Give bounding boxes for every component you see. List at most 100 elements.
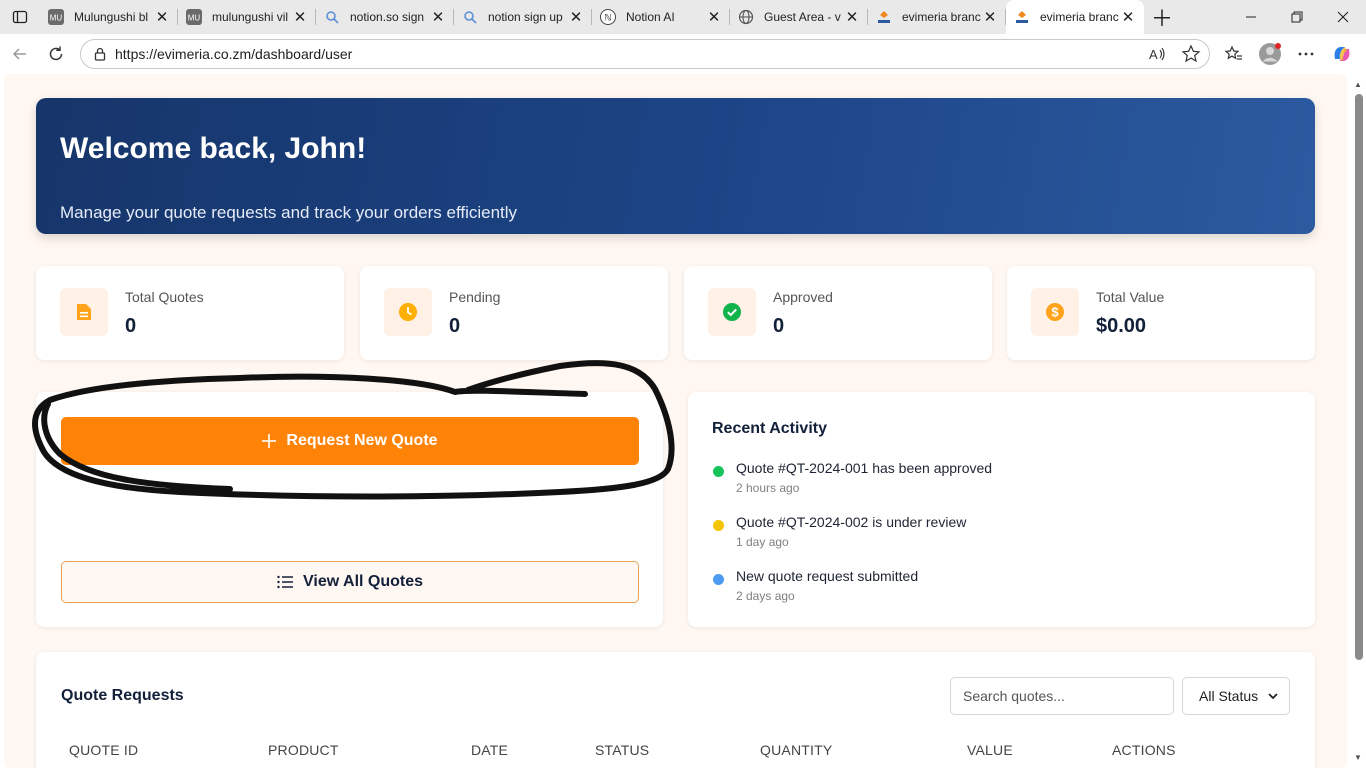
tab-label: evimeria branc xyxy=(1040,10,1119,24)
svg-text:MU: MU xyxy=(50,14,63,23)
url-bar-actions: A xyxy=(1147,44,1201,67)
close-icon[interactable]: ✕ xyxy=(706,9,722,26)
minimize-button[interactable] xyxy=(1228,0,1274,34)
activity-text: Quote #QT-2024-001 has been approved xyxy=(736,460,993,476)
status-dot xyxy=(713,466,724,477)
stat-label: Total Quotes xyxy=(125,289,204,305)
column-header: PRODUCT xyxy=(268,742,339,758)
scroll-down-arrow-icon[interactable]: ▼ xyxy=(1353,753,1363,762)
restore-button[interactable] xyxy=(1274,0,1320,34)
column-header: VALUE xyxy=(967,742,1013,758)
close-icon[interactable]: ✕ xyxy=(430,9,446,26)
welcome-title: Welcome back, John! xyxy=(60,132,367,165)
scrollbar-thumb[interactable] xyxy=(1355,94,1363,660)
tab-actions-button[interactable] xyxy=(0,0,40,34)
column-header: STATUS xyxy=(595,742,650,758)
search-quotes-input[interactable] xyxy=(950,677,1174,715)
tab-label: mulungushi vil xyxy=(212,10,289,24)
tab-label: Notion AI xyxy=(626,10,675,24)
dashboard-page: Welcome back, John! Manage your quote re… xyxy=(4,74,1347,768)
tab-label: notion.so sign xyxy=(350,10,425,24)
tab-label: Mulungushi bl xyxy=(74,10,149,24)
more-menu-button[interactable] xyxy=(1292,38,1320,70)
toolbar-right xyxy=(1220,38,1356,70)
lock-icon xyxy=(93,47,107,61)
plus-icon xyxy=(262,434,277,448)
refresh-button[interactable] xyxy=(38,36,74,72)
stat-label: Approved xyxy=(773,289,833,305)
stat-value: 0 xyxy=(449,315,461,337)
close-icon[interactable]: ✕ xyxy=(982,9,998,26)
request-new-quote-label: Request New Quote xyxy=(286,432,438,449)
tab-label: notion sign up xyxy=(488,10,563,24)
activity-time: 2 days ago xyxy=(736,589,795,603)
tab-label: Guest Area - v xyxy=(764,10,841,24)
stat-value: 0 xyxy=(773,315,785,337)
document-icon xyxy=(60,288,108,336)
more-dots-icon xyxy=(1298,52,1314,56)
notion-icon: ℕ xyxy=(600,9,616,25)
list-icon xyxy=(277,575,293,589)
copilot-button[interactable] xyxy=(1328,38,1356,70)
column-header: DATE xyxy=(471,742,509,758)
mu-site-icon: MU xyxy=(48,9,64,25)
column-header: ACTIONS xyxy=(1112,742,1176,758)
back-arrow-icon xyxy=(12,48,26,60)
stat-label: Pending xyxy=(449,289,501,305)
mu-site-icon: MU xyxy=(186,9,202,25)
close-icon[interactable]: ✕ xyxy=(154,9,170,26)
browser-tab[interactable]: evimeria branc ✕ xyxy=(868,0,1006,34)
browser-tab-bar: MU Mulungushi bl ✕ MU mulungushi vil ✕ n… xyxy=(0,0,1366,34)
quote-requests-title: Quote Requests xyxy=(61,687,184,704)
browser-tab-active[interactable]: evimeria branc ✕ xyxy=(1006,0,1144,34)
status-dot xyxy=(713,574,724,585)
close-icon[interactable]: ✕ xyxy=(568,9,584,26)
scroll-up-arrow-icon[interactable]: ▲ xyxy=(1353,80,1363,89)
stat-value: $0.00 xyxy=(1096,315,1147,337)
activity-item: New quote request submitted 2 days ago xyxy=(712,568,1272,608)
favorites-button[interactable] xyxy=(1220,38,1248,70)
browser-tab[interactable]: notion.so sign ✕ xyxy=(316,0,454,34)
close-icon[interactable]: ✕ xyxy=(292,9,308,26)
tab-actions-icon xyxy=(12,10,28,24)
browser-tab[interactable]: MU Mulungushi bl ✕ xyxy=(40,0,178,34)
activity-text: New quote request submitted xyxy=(736,568,919,584)
browser-tab[interactable]: notion sign up ✕ xyxy=(454,0,592,34)
browser-tab[interactable]: ℕ Notion AI ✕ xyxy=(592,0,730,34)
close-icon[interactable]: ✕ xyxy=(1120,9,1136,26)
svg-text:A: A xyxy=(1149,47,1158,62)
evimeria-icon xyxy=(1014,9,1030,25)
chevron-down-icon xyxy=(1268,693,1278,700)
page-viewport: Welcome back, John! Manage your quote re… xyxy=(0,74,1366,768)
browser-tab[interactable]: MU mulungushi vil ✕ xyxy=(178,0,316,34)
svg-text:$: $ xyxy=(1051,305,1059,320)
read-aloud-icon[interactable]: A xyxy=(1147,44,1167,67)
stat-card-total-quotes: Total Quotes 0 xyxy=(36,266,344,360)
view-all-quotes-button[interactable]: View All Quotes xyxy=(61,561,639,603)
recent-activity-title: Recent Activity xyxy=(712,420,827,437)
page-scrollbar[interactable]: ▲ ▼ xyxy=(1350,74,1366,768)
browser-tab[interactable]: Guest Area - v ✕ xyxy=(730,0,868,34)
view-all-quotes-label: View All Quotes xyxy=(302,573,424,590)
copilot-icon xyxy=(1334,47,1350,61)
column-header: QUANTITY xyxy=(760,742,833,758)
activity-text: Quote #QT-2024-002 is under review xyxy=(736,514,967,530)
favorite-star-icon[interactable] xyxy=(1181,44,1201,67)
profile-button[interactable] xyxy=(1256,38,1284,70)
activity-time: 1 day ago xyxy=(736,535,789,549)
close-icon[interactable]: ✕ xyxy=(844,9,860,26)
activity-item: Quote #QT-2024-001 has been approved 2 h… xyxy=(712,460,1272,500)
request-new-quote-button[interactable]: Request New Quote xyxy=(61,417,639,465)
back-button[interactable] xyxy=(2,36,38,72)
status-filter-select[interactable]: All Status xyxy=(1182,677,1290,715)
url-bar[interactable]: https://evimeria.co.zm/dashboard/user A xyxy=(80,39,1210,69)
search-icon xyxy=(462,9,478,25)
close-window-button[interactable] xyxy=(1320,0,1366,34)
status-dot xyxy=(713,520,724,531)
new-tab-button[interactable]: ＋ xyxy=(1144,0,1180,34)
stat-card-pending: Pending 0 xyxy=(360,266,668,360)
welcome-banner: Welcome back, John! Manage your quote re… xyxy=(36,98,1315,234)
globe-icon xyxy=(738,9,754,25)
stat-label: Total Value xyxy=(1096,289,1165,305)
check-circle-icon xyxy=(708,288,756,336)
